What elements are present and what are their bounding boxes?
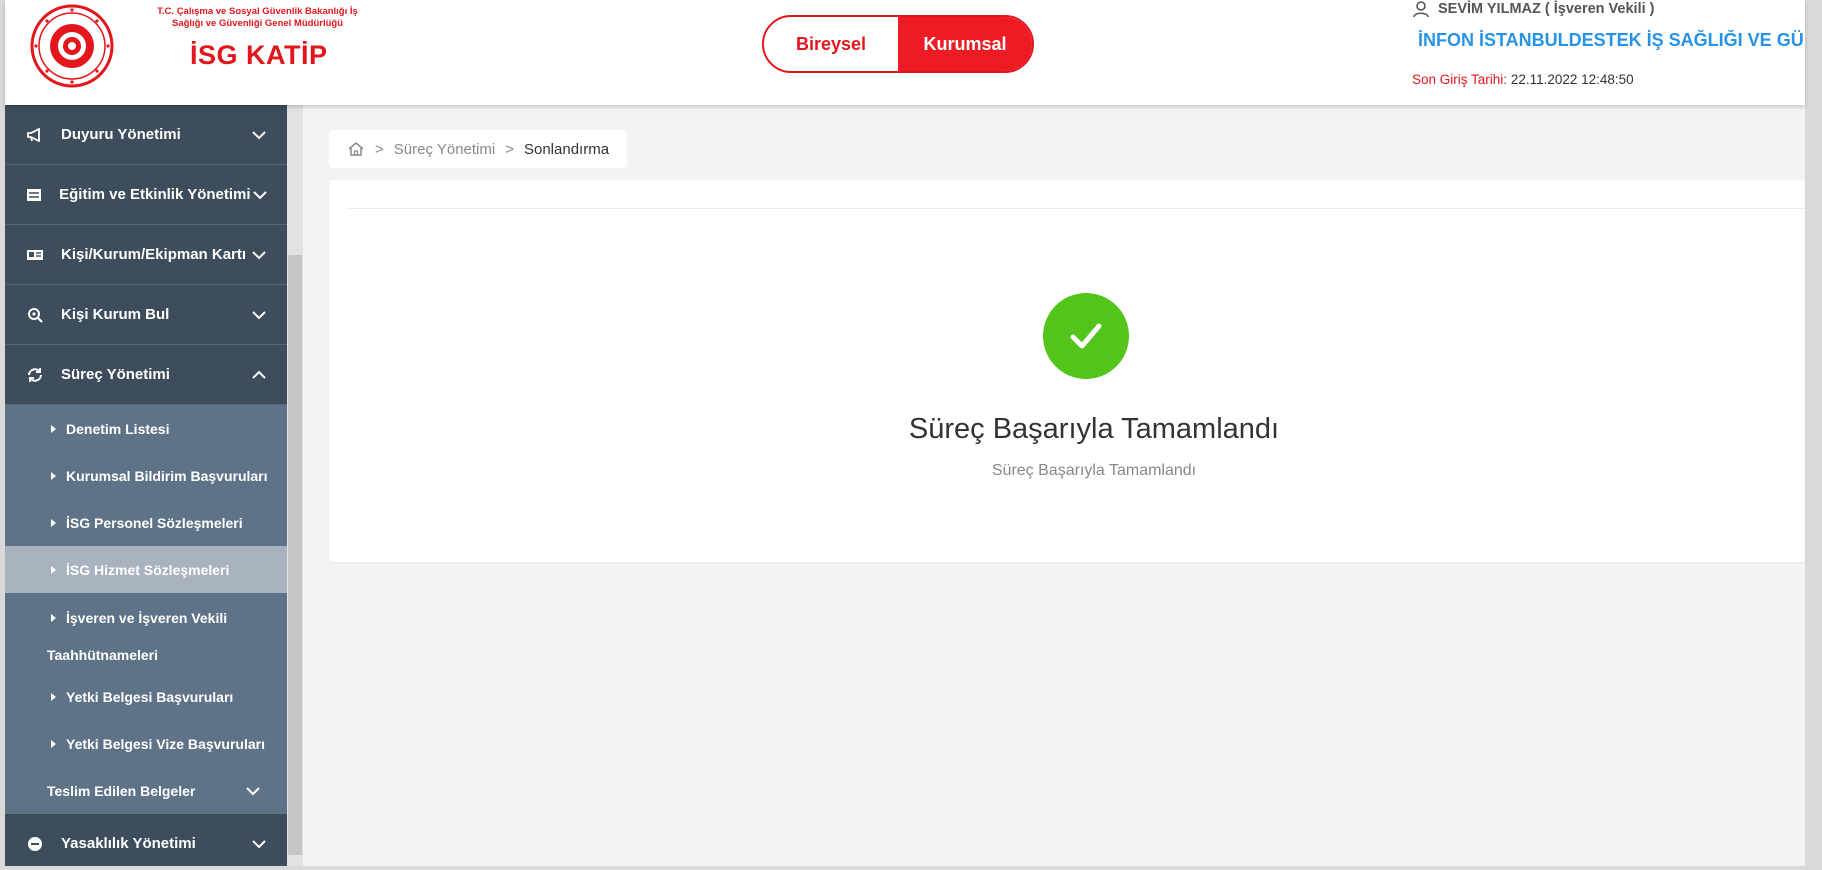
ministry-name: T.C. Çalışma ve Sosyal Güvenlik Bakanlığ… bbox=[157, 6, 358, 29]
chevron-down-icon bbox=[245, 783, 261, 799]
organization-name: İNFON İSTANBULDESTEK İŞ SAĞLIĞI VE GÜ... bbox=[1418, 30, 1805, 50]
window-edge-bottom bbox=[0, 866, 1822, 870]
sidebar-item-label: Duyuru Yönetimi bbox=[61, 126, 181, 143]
sidebar-item-duyuru-yonetimi[interactable]: Duyuru Yönetimi bbox=[5, 105, 287, 165]
caret-right-icon bbox=[51, 739, 56, 748]
chevron-down-icon bbox=[249, 130, 269, 140]
caret-right-icon bbox=[51, 518, 56, 527]
breadcrumb-separator: > bbox=[375, 140, 384, 158]
sidebar-scrollbar-thumb[interactable] bbox=[288, 255, 302, 855]
caret-right-icon bbox=[51, 692, 56, 701]
organization-info[interactable]: İNFON İSTANBULDESTEK İŞ SAĞLIĞI VE GÜ... bbox=[1412, 30, 1805, 51]
minus-circle-icon bbox=[23, 836, 47, 852]
submenu-item-isg-personel[interactable]: İSG Personel Sözleşmeleri bbox=[5, 499, 287, 546]
home-icon[interactable] bbox=[347, 141, 365, 157]
submenu-item-label: Kurumsal Bildirim Başvuruları bbox=[66, 467, 268, 484]
submenu-item-teslim-edilen-belgeler[interactable]: Teslim Edilen Belgeler bbox=[5, 767, 287, 814]
caret-right-icon bbox=[51, 471, 56, 480]
user-icon bbox=[1413, 1, 1429, 18]
submenu-item-label: Teslim Edilen Belgeler bbox=[47, 782, 196, 799]
user-name: SEVİM YILMAZ ( İşveren Vekili ) bbox=[1438, 1, 1655, 17]
submenu-item-label: İSG Hizmet Sözleşmeleri bbox=[66, 561, 230, 578]
chevron-down-icon bbox=[249, 839, 269, 849]
breadcrumb-current: Sonlandırma bbox=[523, 140, 610, 158]
user-type-switch[interactable]: Bireysel Kurumsal bbox=[762, 15, 1034, 73]
sidebar-item-label: Kişi Kurum Bul bbox=[61, 306, 170, 323]
chevron-down-icon bbox=[251, 190, 269, 200]
id-card-icon bbox=[23, 248, 47, 262]
sidebar: Duyuru Yönetimi Eğitim ve Etkinlik Yönet… bbox=[5, 105, 287, 870]
submenu-surec-yonetimi: Denetim Listesi Kurumsal Bildirim Başvur… bbox=[5, 405, 287, 814]
ministry-emblem-icon bbox=[30, 4, 114, 88]
sidebar-item-label: Kişi/Kurum/Ekipman Kartı bbox=[61, 246, 247, 263]
submenu-item-label-line2: Taahhütnameleri bbox=[47, 647, 158, 663]
caret-right-icon bbox=[51, 424, 56, 433]
card-divider bbox=[347, 208, 1805, 209]
sidebar-item-yasaklilik-yonetimi[interactable]: Yasaklılık Yönetimi bbox=[5, 814, 287, 870]
result-subtitle: Süreç Başarıyla Tamamlandı bbox=[991, 462, 1197, 479]
refresh-icon bbox=[23, 367, 47, 383]
breadcrumb-separator: > bbox=[505, 140, 514, 158]
list-icon bbox=[23, 188, 45, 202]
submenu-item-yetki-belgesi-vize[interactable]: Yetki Belgesi Vize Başvuruları bbox=[5, 720, 287, 767]
last-login-value: 22.11.2022 12:48:50 bbox=[1510, 72, 1634, 87]
submenu-item-kurumsal-bildirim[interactable]: Kurumsal Bildirim Başvuruları bbox=[5, 452, 287, 499]
sidebar-item-surec-yonetimi[interactable]: Süreç Yönetimi bbox=[5, 345, 287, 405]
chevron-down-icon bbox=[249, 250, 269, 260]
chevron-up-icon bbox=[249, 370, 269, 380]
caret-right-icon bbox=[51, 614, 56, 622]
switch-option-bireysel[interactable]: Bireysel bbox=[764, 17, 898, 71]
success-check-icon bbox=[1043, 293, 1129, 379]
search-icon bbox=[23, 307, 47, 323]
user-info[interactable]: SEVİM YILMAZ ( İşveren Vekili ) bbox=[1412, 0, 1655, 18]
sidebar-item-label: Eğitim ve Etkinlik Yönetimi bbox=[59, 186, 251, 203]
breadcrumb: > Süreç Yönetimi > Sonlandırma bbox=[329, 130, 628, 168]
last-login-label: Son Giriş Tarihi: bbox=[1412, 72, 1508, 87]
submenu-item-label-line1: İşveren ve İşveren Vekili bbox=[66, 610, 228, 626]
megaphone-icon bbox=[23, 127, 47, 142]
sidebar-item-label: Yasaklılık Yönetimi bbox=[61, 835, 196, 852]
submenu-item-isveren-taahhutname[interactable]: İşveren ve İşveren Vekili Taahhütnameler… bbox=[5, 593, 287, 673]
last-login: Son Giriş Tarihi: 22.11.2022 12:48:50 bbox=[1412, 72, 1634, 87]
submenu-item-isg-hizmet[interactable]: İSG Hizmet Sözleşmeleri bbox=[5, 546, 287, 593]
submenu-item-yetki-belgesi[interactable]: Yetki Belgesi Başvuruları bbox=[5, 673, 287, 720]
submenu-item-label: İSG Personel Sözleşmeleri bbox=[66, 514, 243, 531]
sidebar-item-kisi-kurum-bul[interactable]: Kişi Kurum Bul bbox=[5, 285, 287, 345]
submenu-item-label: Yetki Belgesi Vize Başvuruları bbox=[66, 735, 265, 752]
result-card: Süreç Başarıyla Tamamlandı Süreç Başarıy… bbox=[329, 180, 1805, 562]
result-title: Süreç Başarıyla Tamamlandı bbox=[908, 413, 1280, 445]
submenu-item-label: Yetki Belgesi Başvuruları bbox=[66, 688, 234, 705]
brand-title: İSG KATİP bbox=[190, 40, 328, 70]
top-header: T.C. Çalışma ve Sosyal Güvenlik Bakanlığ… bbox=[5, 0, 1805, 105]
sidebar-item-egitim-etkinlik[interactable]: Eğitim ve Etkinlik Yönetimi bbox=[5, 165, 287, 225]
submenu-item-denetim-listesi[interactable]: Denetim Listesi bbox=[5, 405, 287, 452]
sidebar-item-kisi-kurum-ekipman[interactable]: Kişi/Kurum/Ekipman Kartı bbox=[5, 225, 287, 285]
breadcrumb-section[interactable]: Süreç Yönetimi bbox=[394, 141, 495, 158]
caret-right-icon bbox=[51, 565, 56, 574]
main-content: > Süreç Yönetimi > Sonlandırma Süreç Baş… bbox=[303, 105, 1805, 870]
switch-option-kurumsal[interactable]: Kurumsal bbox=[898, 17, 1032, 71]
submenu-item-label: Denetim Listesi bbox=[66, 420, 170, 437]
chevron-down-icon bbox=[249, 310, 269, 320]
sidebar-item-label: Süreç Yönetimi bbox=[61, 366, 170, 383]
